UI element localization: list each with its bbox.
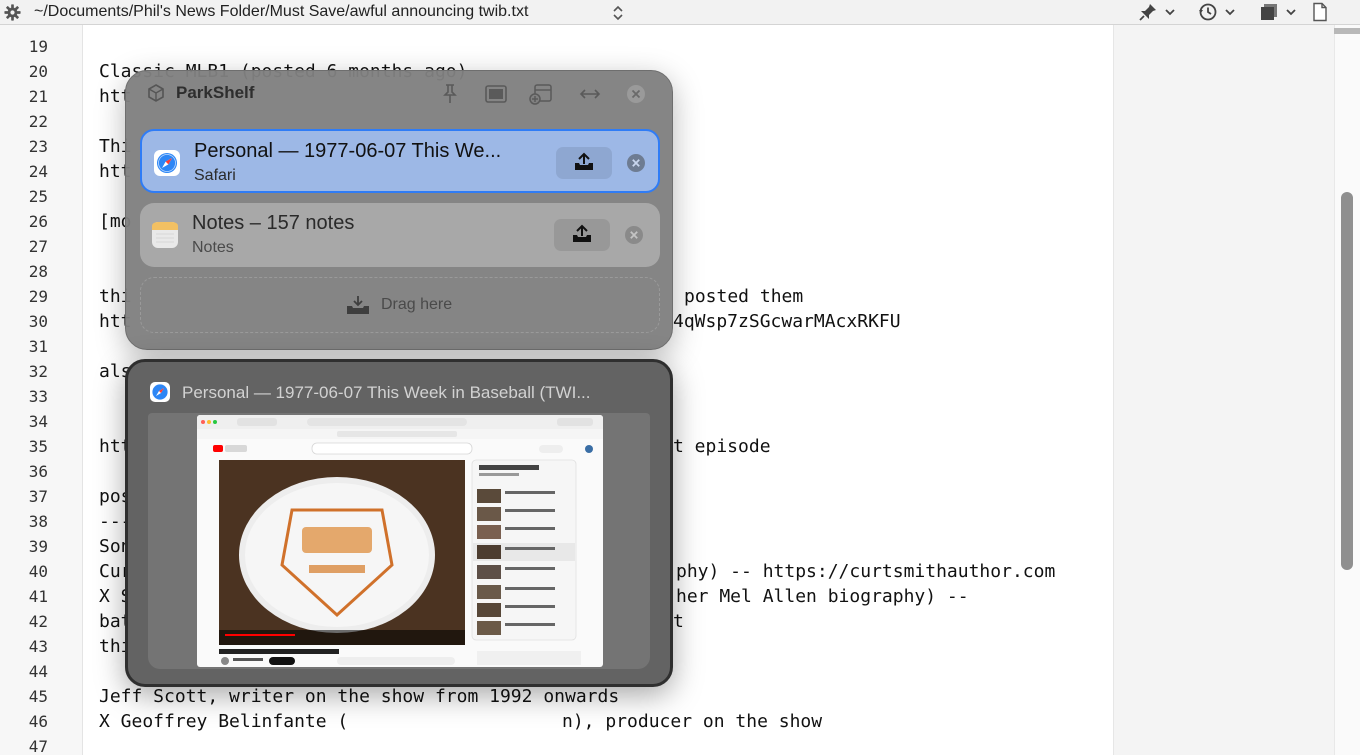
line-number: 33 [28, 387, 48, 406]
document-icon[interactable] [1310, 2, 1330, 22]
drop-zone-label: Drag here [381, 296, 453, 313]
scroll-position-marker [1334, 28, 1360, 34]
line-number: 25 [28, 187, 48, 206]
parkshelf-panel: ParkShelf Personal — 1977-06-07 This We.… [125, 70, 673, 350]
line-number: 30 [28, 312, 48, 331]
title-bar: ~/Documents/Phil's News Folder/Must Save… [0, 0, 1360, 25]
line-number-gutter: 19 20 21 22 23 24 25 26 27 28 29 30 31 3… [0, 25, 83, 755]
parkshelf-logo-icon [148, 84, 164, 102]
chevron-down-icon [1165, 9, 1175, 16]
preview-title: Personal — 1977-06-07 This Week in Baseb… [182, 383, 591, 402]
remove-item-icon[interactable] [624, 225, 644, 245]
code-line: posted them [684, 286, 804, 307]
item-preview-panel: Personal — 1977-06-07 This Week in Baseb… [125, 359, 673, 687]
line-number: 40 [28, 562, 48, 581]
line-number: 20 [28, 62, 48, 81]
line-number: 43 [28, 637, 48, 656]
line-number: 46 [28, 712, 48, 731]
code-line: t [673, 611, 684, 632]
line-number: 28 [28, 262, 48, 281]
remove-item-icon[interactable] [626, 153, 646, 173]
safari-icon [154, 150, 180, 176]
file-path[interactable]: ~/Documents/Phil's News Folder/Must Save… [34, 3, 528, 21]
scrollbar-thumb[interactable] [1341, 192, 1353, 570]
code-line: X Geoffrey Belinfante ( [99, 711, 349, 732]
tray-icon [347, 296, 369, 314]
pin-icon[interactable] [438, 83, 462, 105]
line-number: 36 [28, 462, 48, 481]
pin-icon [1139, 4, 1156, 21]
line-number: 27 [28, 237, 48, 256]
gear-icon[interactable] [3, 3, 22, 22]
right-margin-pane [1113, 25, 1334, 755]
line-number: 45 [28, 687, 48, 706]
code-line: t episode [673, 436, 771, 457]
youtube-page-screenshot [197, 415, 603, 665]
shelf-item-app-name: Notes [192, 239, 234, 256]
preview-content [148, 413, 650, 669]
history-icon [1199, 3, 1217, 21]
resize-horizontal-icon[interactable] [578, 83, 602, 105]
code-line: Jeff Scott, writer on the show from 1992… [99, 686, 620, 707]
code-line: 4qWsp7zSGcwarMAcxRKFU [673, 311, 901, 332]
shelf-item-notes[interactable]: Notes – 157 notes Notes [140, 203, 660, 267]
line-number: 34 [28, 412, 48, 431]
line-number: 21 [28, 87, 48, 106]
chevron-down-icon [1225, 9, 1235, 16]
line-number: 23 [28, 137, 48, 156]
history-menu[interactable] [1198, 2, 1236, 22]
line-number: 44 [28, 662, 48, 681]
line-number: 42 [28, 612, 48, 631]
share-button[interactable] [556, 147, 612, 179]
line-number: 26 [28, 212, 48, 231]
shelf-header: ParkShelf [126, 71, 674, 117]
safari-icon [150, 382, 170, 402]
line-number: 31 [28, 337, 48, 356]
new-shelf-icon[interactable] [529, 83, 553, 105]
line-number: 35 [28, 437, 48, 456]
shelf-title: ParkShelf [176, 83, 255, 102]
line-number: 29 [28, 287, 48, 306]
webpage-thumbnail[interactable] [197, 415, 603, 667]
drop-zone[interactable]: Drag here [140, 277, 660, 333]
markers-menu[interactable] [1138, 2, 1176, 22]
window-menu[interactable] [1259, 2, 1297, 22]
chevron-down-icon [1286, 9, 1296, 16]
code-line: phy) -- https://curtsmithauthor.com [676, 561, 1056, 582]
share-button[interactable] [554, 219, 610, 251]
line-number: 32 [28, 362, 48, 381]
code-line: n), producer on the show [562, 711, 823, 732]
shelf-item-title: Personal — 1977-06-07 This We... [194, 140, 502, 162]
share-tray-icon [573, 224, 591, 242]
line-number: 41 [28, 587, 48, 606]
shelf-item-app-name: Safari [194, 167, 236, 184]
path-menu-icon[interactable] [612, 5, 624, 21]
window-icon [1261, 4, 1277, 20]
line-number: 22 [28, 112, 48, 131]
line-number: 19 [28, 37, 48, 56]
shelf-item-safari[interactable]: Personal — 1977-06-07 This We... Safari [140, 129, 660, 193]
preview-toggle-icon[interactable] [484, 83, 508, 105]
line-number: 24 [28, 162, 48, 181]
close-shelf-icon[interactable] [624, 83, 648, 105]
line-number: 39 [28, 537, 48, 556]
line-number: 47 [28, 737, 48, 755]
share-tray-icon [575, 152, 593, 170]
shelf-item-title: Notes – 157 notes [192, 212, 355, 234]
line-number: 38 [28, 512, 48, 531]
line-number: 37 [28, 487, 48, 506]
notes-icon [152, 222, 178, 248]
code-line: her Mel Allen biography) -- [676, 586, 969, 607]
